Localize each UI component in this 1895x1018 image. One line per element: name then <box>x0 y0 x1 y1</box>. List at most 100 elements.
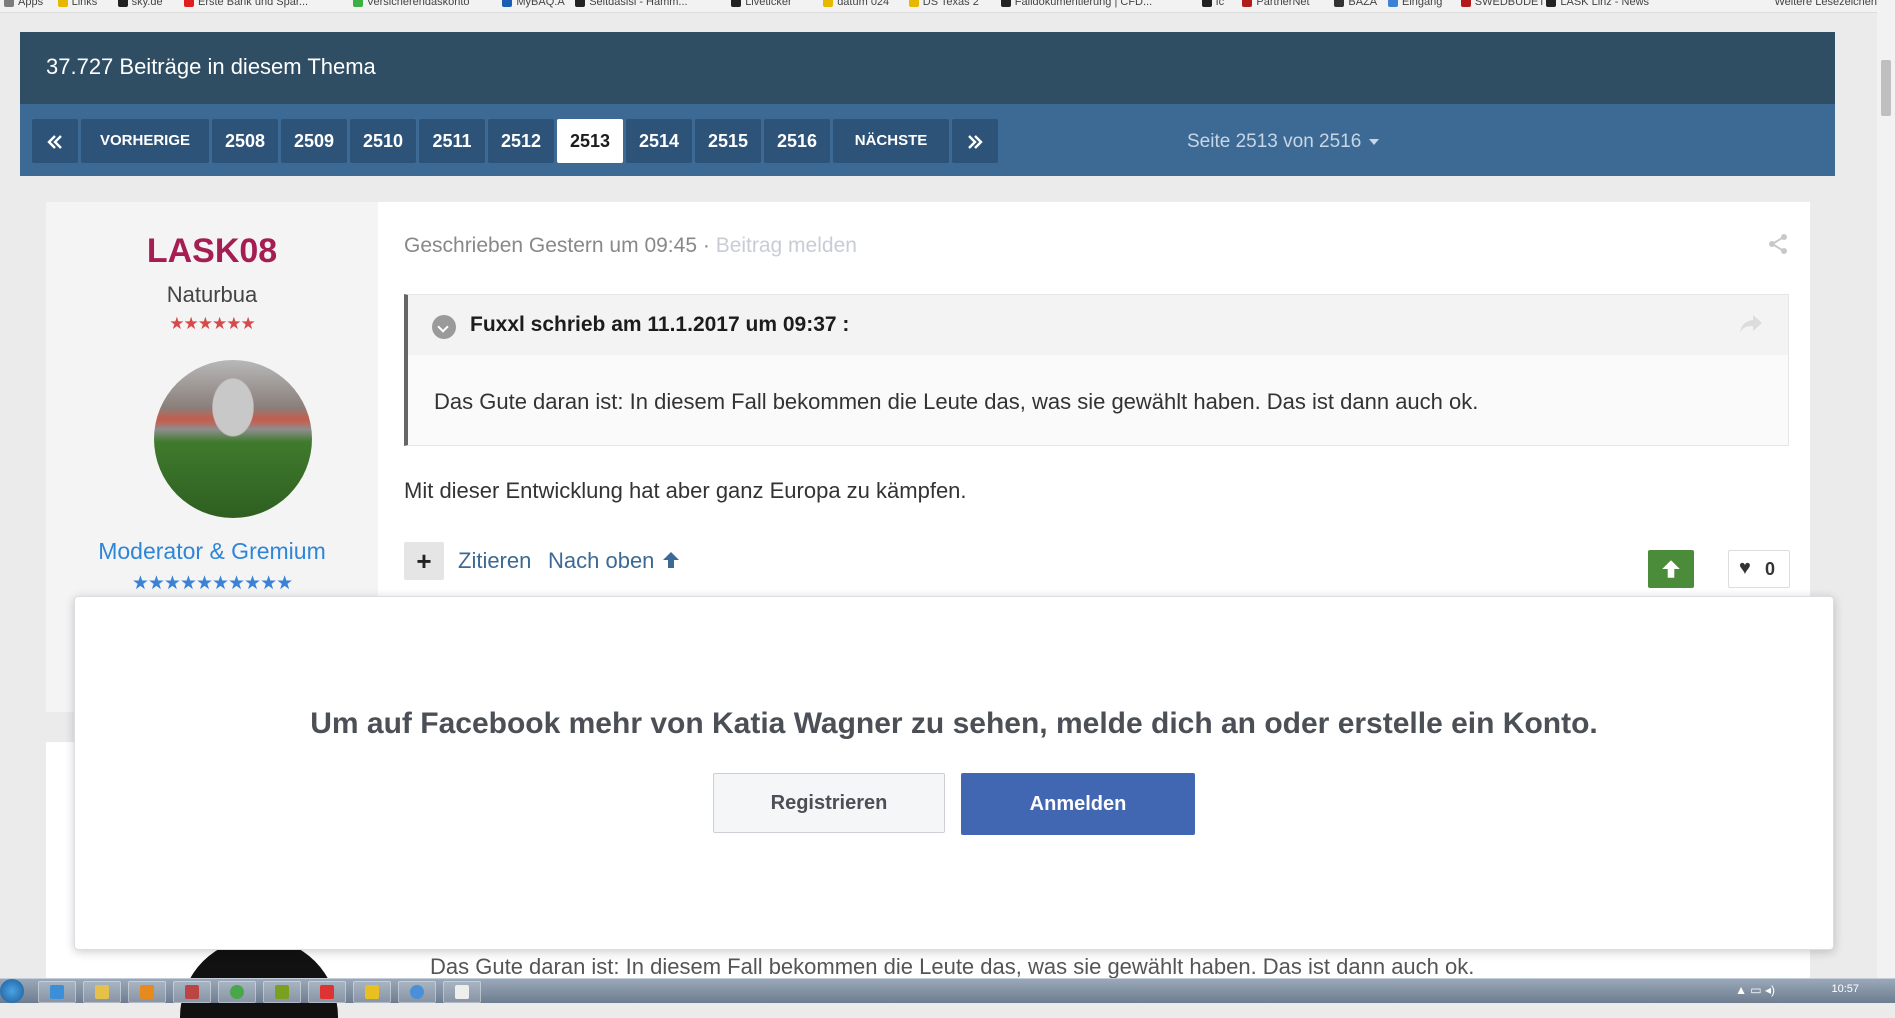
login-button[interactable]: Anmelden <box>961 773 1195 835</box>
next-page-button[interactable]: NÄCHSTE <box>833 119 949 163</box>
facebook-modal-message: Um auf Facebook mehr von Katia Wagner zu… <box>310 707 1598 740</box>
bookmark-item[interactable]: sky.de <box>117 0 163 8</box>
quote-citation[interactable]: Fuxxl schrieb am 11.1.2017 um 09:37 : <box>470 313 849 337</box>
bookmark-item[interactable]: BAZA <box>1334 0 1377 8</box>
page-button-2515[interactable]: 2515 <box>695 119 761 163</box>
share-icon[interactable] <box>1766 232 1790 256</box>
bookmark-item[interactable]: Liveticker <box>731 0 792 8</box>
taskbar-app-icon[interactable] <box>443 981 481 1003</box>
current-page-button[interactable]: 2513 <box>557 119 623 163</box>
bookmark-favicon-icon <box>1201 0 1212 8</box>
bookmark-label: LASK Linz - News <box>1560 0 1650 8</box>
prev-page-button[interactable]: VORHERIGE <box>81 119 209 163</box>
like-button[interactable]: ♥ 0 <box>1728 550 1790 588</box>
bookmark-label: Seitdasisi - Hamm... <box>589 0 688 8</box>
bookmark-favicon-icon <box>1242 0 1253 8</box>
page-button-2508[interactable]: 2508 <box>212 119 278 163</box>
taskbar-chrome-icon[interactable] <box>218 981 256 1003</box>
page-button-2509[interactable]: 2509 <box>281 119 347 163</box>
page-button-2516[interactable]: 2516 <box>764 119 830 163</box>
bookmark-item[interactable]: Erste Bank und Spar... <box>184 0 308 8</box>
taskbar-app-icon[interactable] <box>308 981 346 1003</box>
other-bookmarks[interactable]: Weitere Lesezeichen <box>1774 0 1877 8</box>
page-scrollbar[interactable] <box>1877 0 1895 978</box>
taskbar-clock[interactable]: 10:57 <box>1831 983 1859 995</box>
bookmark-item[interactable]: MyBAQ.A <box>502 0 565 8</box>
page-button-2512[interactable]: 2512 <box>488 119 554 163</box>
bookmark-item[interactable]: Versicherendaskonto <box>352 0 470 8</box>
bookmark-favicon-icon <box>823 0 834 8</box>
bookmark-label: Links <box>71 0 98 8</box>
quote-block: Fuxxl schrieb am 11.1.2017 um 09:37 : Da… <box>404 294 1789 446</box>
bookmark-favicon-icon <box>502 0 513 8</box>
bookmark-favicon-icon <box>1334 0 1345 8</box>
like-count: 0 <box>1765 559 1776 579</box>
heart-icon: ♥ <box>1739 557 1751 579</box>
taskbar-app-icon[interactable] <box>263 981 301 1003</box>
reply-arrow-icon[interactable] <box>1738 313 1764 335</box>
bookmark-item[interactable]: PartnerNet <box>1242 0 1310 8</box>
author-title: Naturbua <box>166 282 258 307</box>
bookmark-item[interactable]: Eingang <box>1388 0 1442 8</box>
arrow-up-icon <box>1662 560 1680 578</box>
page-button-2510[interactable]: 2510 <box>350 119 416 163</box>
upvote-button[interactable] <box>1648 550 1694 588</box>
system-tray-icons[interactable]: ▲ ▭ ◂) <box>1735 983 1775 997</box>
arrow-up-icon <box>662 552 679 568</box>
bookmark-label: sky.de <box>131 0 163 8</box>
scrollbar-thumb[interactable] <box>1881 60 1891 116</box>
topic-post-count: 37.727 Beiträge in diesem Thema <box>46 54 376 79</box>
rank-stars: ★★★★★★ <box>169 314 255 333</box>
page-button-2511[interactable]: 2511 <box>419 119 485 163</box>
bookmark-item[interactable]: Falldokumentierung | CFD... <box>1000 0 1152 8</box>
taskbar-ie-icon[interactable] <box>38 981 76 1003</box>
bookmark-item[interactable]: SWEDBUDET <box>1460 0 1546 8</box>
taskbar-globe-icon[interactable] <box>398 981 436 1003</box>
bookmark-favicon-icon <box>575 0 586 8</box>
taskbar-media-icon[interactable] <box>128 981 166 1003</box>
bookmark-item[interactable]: Seitdasisi - Hamm... <box>575 0 688 8</box>
collapse-toggle-icon[interactable] <box>432 315 456 339</box>
start-button-icon[interactable] <box>0 979 24 1003</box>
report-post-link[interactable]: Beitrag melden <box>716 234 857 257</box>
taskbar-app-icon[interactable] <box>173 981 211 1003</box>
back-to-top-label: Nach oben <box>548 548 655 573</box>
quote-button[interactable]: Zitieren <box>458 548 531 574</box>
bookmark-item[interactable]: DS Texas 2 <box>908 0 979 8</box>
bookmark-favicon-icon <box>1388 0 1398 8</box>
taskbar-app-icon[interactable] <box>353 981 391 1003</box>
page-jump-label: Seite 2513 von 2516 <box>1187 131 1362 152</box>
bookmark-item[interactable]: Links <box>57 0 98 8</box>
bookmark-label: Eingang <box>1402 0 1443 8</box>
bookmark-favicon-icon <box>184 0 194 8</box>
bookmark-label: BAZA <box>1348 0 1378 8</box>
bookmark-item[interactable]: Ic <box>1201 0 1225 8</box>
bookmark-item[interactable]: datum 024 <box>823 0 889 8</box>
author-name[interactable]: LASK08 <box>46 232 378 271</box>
bookmark-label: Erste Bank und Spar... <box>198 0 309 8</box>
quote-text: Das Gute daran ist: In diesem Fall bekom… <box>434 389 1479 414</box>
bookmark-item[interactable]: LASK Linz - News <box>1546 0 1649 8</box>
first-page-button[interactable] <box>32 119 78 163</box>
page-jump-dropdown[interactable]: Seite 2513 von 2516 <box>1187 131 1380 153</box>
bookmark-favicon-icon <box>4 0 14 8</box>
bookmark-favicon-icon <box>908 0 919 8</box>
bookmark-favicon-icon <box>1546 0 1557 8</box>
page-button-2514[interactable]: 2514 <box>626 119 692 163</box>
bookmark-item[interactable]: Apps <box>4 0 43 8</box>
register-button[interactable]: Registrieren <box>713 773 945 833</box>
bookmark-label: Ic <box>1215 0 1225 8</box>
quote-header: Fuxxl schrieb am 11.1.2017 um 09:37 : <box>408 295 1788 355</box>
bookmark-favicon-icon <box>57 0 68 8</box>
bookmark-label: SWEDBUDET <box>1474 0 1546 8</box>
author-group: Moderator & Gremium <box>98 538 326 564</box>
double-chevron-right-icon <box>968 135 983 150</box>
avatar[interactable] <box>154 360 312 518</box>
pagination: VORHERIGE 2508 2509 2510 2511 2512 2513 … <box>20 104 1835 176</box>
last-page-button[interactable] <box>952 119 998 163</box>
bookmark-label: DS Texas 2 <box>922 0 979 8</box>
back-to-top-link[interactable]: Nach oben <box>548 548 681 574</box>
post-text: Mit dieser Entwicklung hat aber ganz Eur… <box>404 478 967 503</box>
taskbar-explorer-icon[interactable] <box>83 981 121 1003</box>
multiquote-button[interactable]: + <box>404 542 444 580</box>
